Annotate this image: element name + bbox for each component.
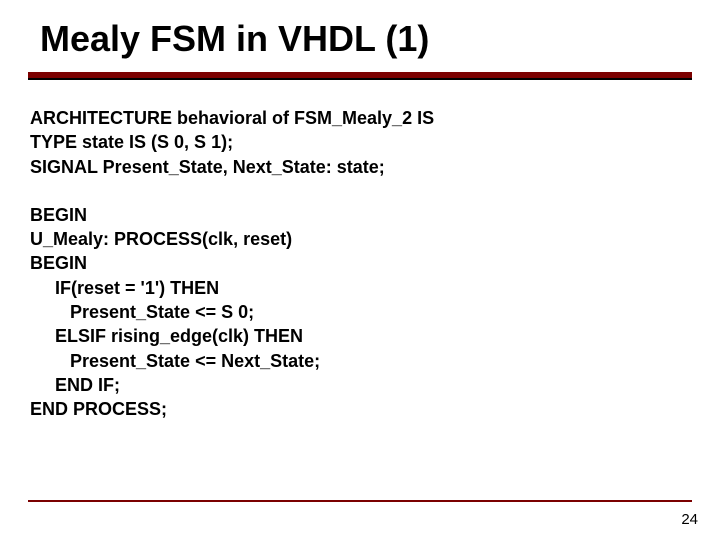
code-line: END IF; [30, 373, 690, 397]
blank-line [30, 179, 690, 203]
code-line: ARCHITECTURE behavioral of FSM_Mealy_2 I… [30, 106, 690, 130]
code-line: IF(reset = '1') THEN [30, 276, 690, 300]
code-line: Present_State <= Next_State; [30, 349, 690, 373]
slide-title: Mealy FSM in VHDL (1) [40, 18, 429, 60]
code-line: Present_State <= S 0; [30, 300, 690, 324]
code-line: BEGIN [30, 203, 690, 227]
code-line: U_Mealy: PROCESS(clk, reset) [30, 227, 690, 251]
code-line: BEGIN [30, 251, 690, 275]
code-line: ELSIF rising_edge(clk) THEN [30, 324, 690, 348]
title-underline [28, 72, 692, 78]
code-line: SIGNAL Present_State, Next_State: state; [30, 155, 690, 179]
code-line: TYPE state IS (S 0, S 1); [30, 130, 690, 154]
code-block: ARCHITECTURE behavioral of FSM_Mealy_2 I… [30, 106, 690, 422]
page-number: 24 [681, 511, 698, 528]
slide: Mealy FSM in VHDL (1) ARCHITECTURE behav… [0, 0, 720, 540]
code-line: END PROCESS; [30, 397, 690, 421]
footer-rule [28, 500, 692, 502]
